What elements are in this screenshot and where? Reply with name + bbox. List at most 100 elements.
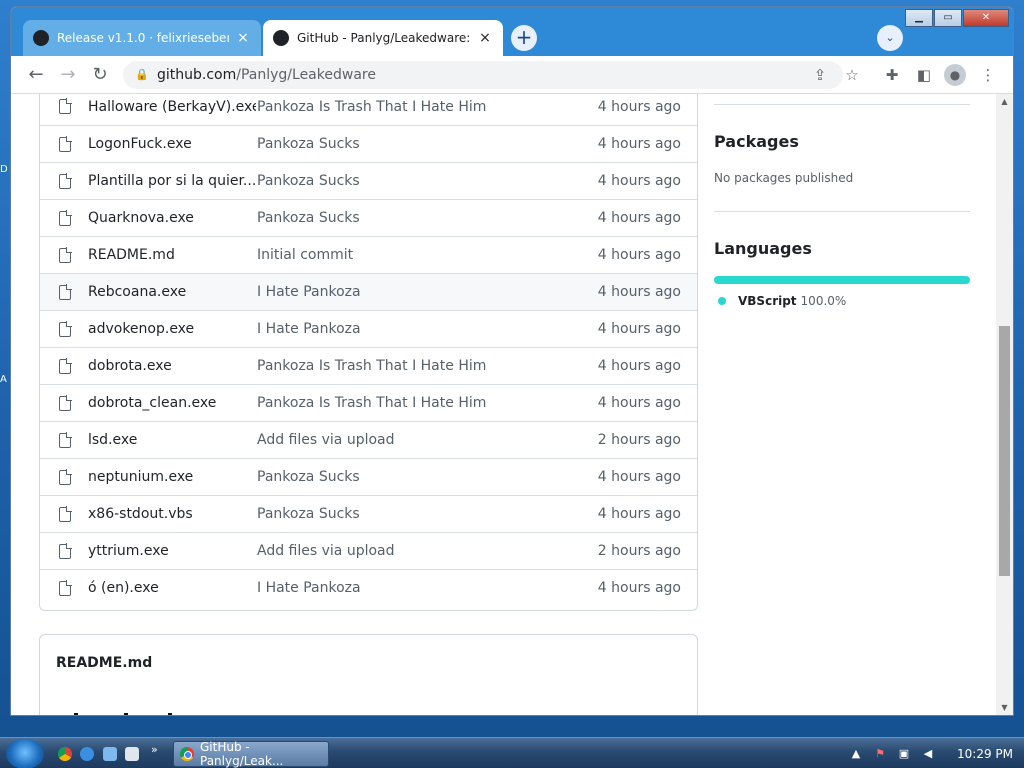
language-item[interactable]: VBScript 100.0% [718, 294, 846, 308]
show-desktop-icon[interactable] [103, 747, 117, 761]
commit-message-link[interactable]: I Hate Pankoza [257, 284, 557, 300]
file-row[interactable]: lsd.exe Add files via upload 2 hours ago [40, 421, 697, 458]
tab-close-icon[interactable]: × [477, 30, 493, 46]
readme-content-fragment [74, 713, 78, 715]
taskbar: » GitHub - Panlyg/Leak... ▲ ⚑ ▣ ◀ 10:29 … [0, 737, 1024, 768]
show-hidden-icon[interactable]: ▲ [848, 747, 864, 761]
commit-message-link[interactable]: Add files via upload [257, 543, 557, 559]
commit-message-link[interactable]: Initial commit [257, 247, 557, 263]
commit-age: 4 hours ago [597, 506, 681, 522]
commit-age: 4 hours ago [597, 247, 681, 263]
desktop-edge-glyph: A [0, 374, 7, 385]
file-name-link[interactable]: x86-stdout.vbs [88, 506, 256, 522]
file-row[interactable]: Rebcoana.exe I Hate Pankoza 4 hours ago [40, 273, 697, 310]
commit-message-link[interactable]: I Hate Pankoza [257, 580, 557, 596]
file-name-link[interactable]: Plantilla por si la quier... [88, 173, 256, 189]
file-row[interactable]: Halloware (BerkayV).exe Pankoza Is Trash … [40, 94, 697, 125]
commit-message-link[interactable]: Pankoza Is Trash That I Hate Him [257, 358, 557, 374]
forward-button[interactable]: → [57, 64, 79, 86]
commit-age: 4 hours ago [597, 469, 681, 485]
chrome-quicklaunch-icon[interactable] [58, 747, 72, 761]
commit-message-link[interactable]: Add files via upload [257, 432, 557, 448]
system-tray: ▲ ⚑ ▣ ◀ [848, 738, 936, 768]
file-row[interactable]: dobrota_clean.exe Pankoza Is Trash That I… [40, 384, 697, 421]
file-name-link[interactable]: yttrium.exe [88, 543, 256, 559]
file-name-link[interactable]: LogonFuck.exe [88, 136, 256, 152]
share-icon[interactable]: ⇪ [809, 64, 831, 86]
file-row[interactable]: yttrium.exe Add files via upload 2 hours a… [40, 532, 697, 569]
taskbar-item-chrome[interactable]: GitHub - Panlyg/Leak... [173, 740, 329, 768]
file-row[interactable]: Quarknova.exe Pankoza Sucks 4 hours ago [40, 199, 697, 236]
maximize-button[interactable]: ▭ [934, 9, 962, 27]
network-icon[interactable]: ▣ [896, 747, 912, 761]
commit-message-link[interactable]: Pankoza Sucks [257, 506, 557, 522]
file-name-link[interactable]: Quarknova.exe [88, 210, 256, 226]
commit-age: 4 hours ago [597, 580, 681, 596]
scroll-up-arrow-icon[interactable]: ▲ [996, 94, 1013, 110]
reload-button[interactable]: ↻ [89, 64, 111, 86]
file-row[interactable]: advokenop.exe I Hate Pankoza 4 hours ago [40, 310, 697, 347]
scroll-thumb[interactable] [999, 326, 1010, 576]
file-icon [59, 542, 72, 559]
commit-message-link[interactable]: Pankoza Sucks [257, 469, 557, 485]
file-name-link[interactable]: dobrota_clean.exe [88, 395, 256, 411]
commit-message-link[interactable]: Pankoza Is Trash That I Hate Him [257, 99, 557, 115]
tab-search-button[interactable]: ⌄ [877, 25, 903, 51]
desktop-edge-glyph: D [0, 164, 8, 175]
star-icon[interactable]: ☆ [841, 64, 863, 86]
window-controls: ▁ ▭ ✕ [905, 9, 1009, 27]
file-name-link[interactable]: advokenop.exe [88, 321, 256, 337]
file-name-link[interactable]: neptunium.exe [88, 469, 256, 485]
commit-message-link[interactable]: Pankoza Sucks [257, 136, 557, 152]
file-list: Halloware (BerkayV).exe Pankoza Is Trash … [39, 94, 698, 611]
file-row[interactable]: README.md Initial commit 4 hours ago [40, 236, 697, 273]
file-icon [59, 209, 72, 226]
address-bar[interactable]: 🔒 github.com/Panlyg/Leakedware [123, 61, 843, 89]
file-row[interactable]: dobrota.exe Pankoza Is Trash That I Hate … [40, 347, 697, 384]
page-scrollbar[interactable]: ▲ ▼ [996, 94, 1013, 715]
tab-leakedware[interactable]: GitHub - Panlyg/Leakedware: Lea × [263, 20, 503, 56]
file-name-link[interactable]: Halloware (BerkayV).exe [88, 99, 256, 115]
file-icon [59, 579, 72, 596]
file-row[interactable]: Plantilla por si la quier... Pankoza Suck… [40, 162, 697, 199]
tab-title: GitHub - Panlyg/Leakedware: Lea [297, 31, 471, 45]
file-row[interactable]: x86-stdout.vbs Pankoza Sucks 4 hours ago [40, 495, 697, 532]
file-name-link[interactable]: ó (en).exe [88, 580, 256, 596]
ie-quicklaunch-icon[interactable] [80, 747, 94, 761]
file-name-link[interactable]: README.md [88, 247, 256, 263]
clock[interactable]: 10:29 PM [957, 747, 1013, 761]
back-button[interactable]: ← [25, 64, 47, 86]
commit-message-link[interactable]: Pankoza Is Trash That I Hate Him [257, 395, 557, 411]
start-button[interactable] [6, 739, 44, 768]
file-name-link[interactable]: Rebcoana.exe [88, 284, 256, 300]
lock-icon: 🔒 [135, 68, 149, 81]
readme-content-fragment [124, 713, 128, 715]
quicklaunch-more-icon[interactable]: » [151, 743, 158, 756]
file-row[interactable]: ó (en).exe I Hate Pankoza 4 hours ago [40, 569, 697, 606]
scroll-down-arrow-icon[interactable]: ▼ [996, 700, 1013, 715]
flag-icon[interactable]: ⚑ [872, 747, 888, 761]
file-name-link[interactable]: lsd.exe [88, 432, 256, 448]
close-window-button[interactable]: ✕ [963, 9, 1009, 27]
side-panel-icon[interactable]: ◧ [913, 64, 935, 86]
languages-heading: Languages [714, 239, 812, 258]
commit-age: 4 hours ago [597, 358, 681, 374]
file-row[interactable]: neptunium.exe Pankoza Sucks 4 hours ago [40, 458, 697, 495]
window-switcher-icon[interactable] [125, 747, 139, 761]
profile-icon[interactable]: ● [944, 64, 966, 86]
tab-close-icon[interactable]: × [235, 30, 251, 46]
extensions-icon[interactable]: ✚ [881, 64, 903, 86]
menu-icon[interactable]: ⋮ [977, 64, 999, 86]
tab-release[interactable]: Release v1.1.0 · felixrieseberg/ma × [23, 20, 261, 56]
commit-message-link[interactable]: Pankoza Sucks [257, 173, 557, 189]
commit-message-link[interactable]: I Hate Pankoza [257, 321, 557, 337]
file-icon [59, 468, 72, 485]
commit-message-link[interactable]: Pankoza Sucks [257, 210, 557, 226]
file-row[interactable]: LogonFuck.exe Pankoza Sucks 4 hours ago [40, 125, 697, 162]
language-bar [714, 276, 970, 284]
minimize-button[interactable]: ▁ [905, 9, 933, 27]
packages-heading[interactable]: Packages [714, 132, 799, 151]
volume-icon[interactable]: ◀ [920, 747, 936, 761]
new-tab-button[interactable]: + [511, 25, 537, 51]
file-name-link[interactable]: dobrota.exe [88, 358, 256, 374]
